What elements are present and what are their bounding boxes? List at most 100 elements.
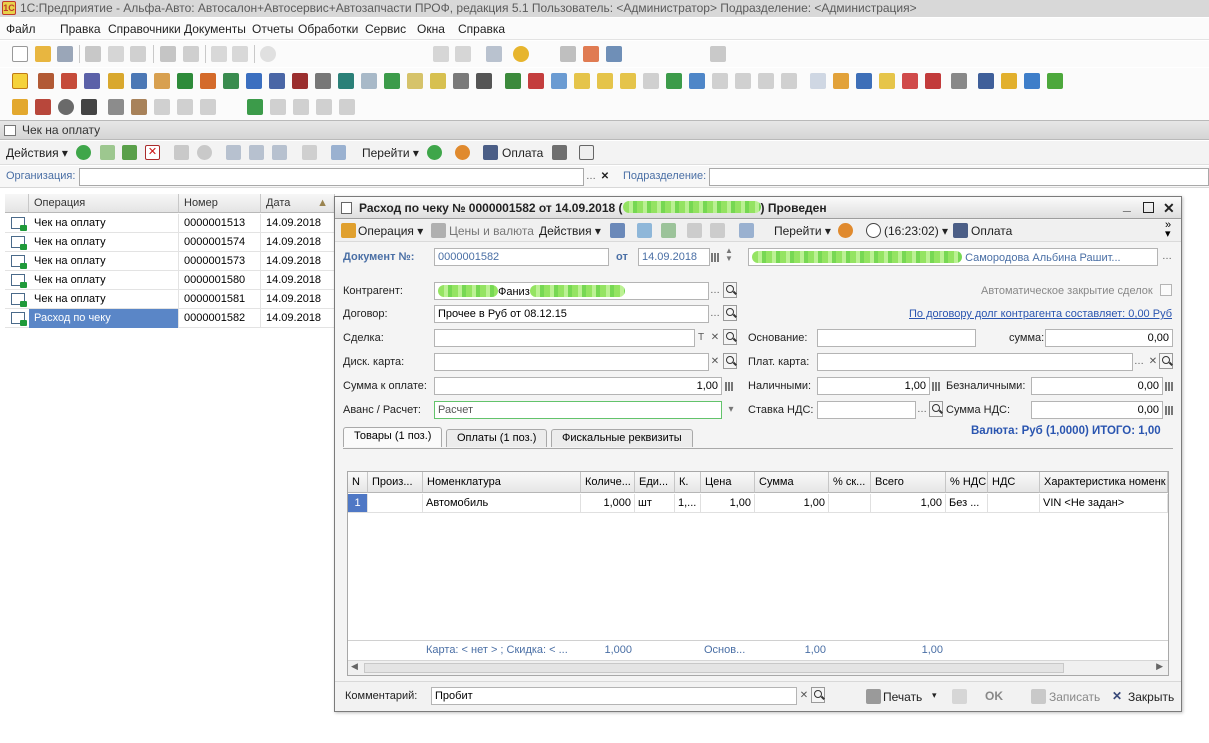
toolbar-overflow-icon[interactable]: » ▾ (1165, 220, 1171, 240)
grid-header-sum[interactable]: Сумма (755, 472, 829, 493)
columns-icon[interactable] (579, 145, 594, 160)
find-prev-icon[interactable] (455, 46, 471, 62)
pko-icon[interactable] (574, 73, 590, 89)
save-disk-icon[interactable] (57, 46, 73, 62)
dollar-icon[interactable] (177, 73, 193, 89)
grid-header-k[interactable]: К. (675, 472, 701, 493)
settings-icon[interactable] (710, 46, 726, 62)
rko-icon[interactable] (597, 73, 613, 89)
grid-cell-sum[interactable]: 1,00 (755, 494, 829, 513)
new-document-icon[interactable] (12, 46, 28, 62)
doc-date-field[interactable]: 14.09.2018 (638, 248, 710, 266)
comment-open-icon[interactable] (811, 687, 825, 703)
doc-help-icon[interactable] (838, 223, 853, 238)
operation-button[interactable]: Операция ▾ (358, 224, 423, 238)
org-select-button[interactable]: … (584, 169, 598, 185)
grid-header-total[interactable]: Всего (871, 472, 946, 493)
users-icon[interactable] (606, 46, 622, 62)
org-field-select[interactable]: … (1160, 249, 1174, 265)
grid-header-discount[interactable]: % ск... (829, 472, 871, 493)
sales-icon[interactable] (879, 73, 895, 89)
to-pay-calc-icon[interactable] (725, 382, 734, 391)
close-window-button[interactable]: ✕ (1163, 197, 1175, 219)
pen-icon[interactable] (131, 73, 147, 89)
clear-filter-icon[interactable] (302, 145, 317, 160)
delete-icon[interactable]: ✕ (145, 145, 160, 160)
invoice-icon[interactable] (712, 73, 728, 89)
undo-icon[interactable] (211, 46, 227, 62)
grid-header-price[interactable]: Цена (701, 472, 755, 493)
schet-icon[interactable] (270, 99, 286, 115)
grid-cell-qty[interactable]: 1,000 (581, 494, 635, 513)
hammer-icon[interactable] (131, 99, 147, 115)
tab-payments[interactable]: Оплаты (1 поз.) (446, 429, 548, 447)
menu-edit[interactable]: Правка (60, 22, 101, 36)
grid-header-producer[interactable]: Произ... (368, 472, 423, 493)
copy-icon[interactable] (108, 46, 124, 62)
print-dropdown-icon[interactable]: ▾ (932, 690, 937, 701)
grid-cell-characteristic[interactable]: VIN <Не задан> (1040, 494, 1168, 513)
refresh-icon[interactable] (427, 145, 442, 160)
menu-reports[interactable]: Отчеты (252, 22, 293, 36)
waybill-icon[interactable] (735, 73, 751, 89)
copy-doc-icon[interactable] (661, 223, 676, 238)
discount-card-clear[interactable]: ✕ (708, 354, 722, 370)
gearshift-icon[interactable] (81, 99, 97, 115)
scroll-left-icon[interactable]: ◀ (351, 661, 358, 672)
grid-cell-discount[interactable] (829, 494, 871, 513)
prices-currency-button[interactable]: Цены и валюта (449, 224, 534, 238)
monitor-icon[interactable] (338, 73, 354, 89)
grid-header-qty[interactable]: Количе... (581, 472, 635, 493)
dept-filter-input[interactable] (709, 168, 1209, 186)
table-row[interactable]: Чек на оплату 0000001580 14.09.2018 (5, 271, 335, 290)
report-icon[interactable] (810, 73, 826, 89)
vat-rate-field[interactable] (817, 401, 916, 419)
doc-list-icon[interactable] (361, 73, 377, 89)
deal-field[interactable] (434, 329, 695, 347)
list-header-date[interactable]: Дата ▲ (261, 194, 335, 213)
grid-header-n[interactable]: N (348, 472, 368, 493)
nakl-icon[interactable] (154, 99, 170, 115)
cash-calc-icon[interactable] (932, 382, 941, 391)
gear-icon[interactable] (315, 73, 331, 89)
people-icon[interactable] (246, 73, 262, 89)
org-field[interactable]: Самородова Альбина Рашит... (748, 248, 1158, 266)
vat-sum-calc-icon[interactable] (1165, 406, 1174, 415)
list-header-operation[interactable]: Операция (29, 194, 179, 213)
find-icon[interactable] (197, 145, 212, 160)
pay-card-select[interactable]: … (1132, 354, 1146, 370)
dk-icon[interactable] (551, 73, 567, 89)
grid-cell-producer[interactable] (368, 494, 423, 513)
order-icon[interactable] (620, 73, 636, 89)
minimize-button[interactable]: _ (1123, 194, 1131, 216)
grid-cell-n[interactable]: 1 (348, 494, 368, 513)
pin-icon[interactable] (951, 73, 967, 89)
menu-documents[interactable]: Документы (184, 22, 246, 36)
payment-icon[interactable] (483, 145, 498, 160)
table-row[interactable]: Чек на оплату 0000001574 14.09.2018 (5, 233, 335, 252)
edit-icon[interactable] (122, 145, 137, 160)
table-row[interactable]: Чек на оплату 0000001513 14.09.2018 (5, 214, 335, 233)
find-next-icon[interactable] (433, 46, 449, 62)
help-icon[interactable] (455, 145, 470, 160)
cash-icon[interactable] (223, 73, 239, 89)
prev-doc-icon[interactable] (687, 223, 702, 238)
basis-field[interactable] (817, 329, 976, 347)
calculator-icon[interactable] (560, 46, 576, 62)
open-folder-icon[interactable] (35, 46, 51, 62)
team-icon[interactable] (1024, 73, 1040, 89)
print-icon[interactable] (160, 46, 176, 62)
tab-fiscal[interactable]: Фискальные реквизиты (551, 429, 693, 447)
vat-sum-field[interactable]: 0,00 (1031, 401, 1163, 419)
contractor-select[interactable]: … (708, 283, 722, 299)
contractor-open-icon[interactable] (723, 282, 737, 298)
arrows-icon[interactable] (689, 73, 705, 89)
table-row[interactable]: Чек на оплату 0000001581 14.09.2018 (5, 290, 335, 309)
cube-icon[interactable] (84, 73, 100, 89)
nakl5-icon[interactable] (316, 99, 332, 115)
book-icon[interactable] (200, 73, 216, 89)
noncash-field[interactable]: 0,00 (1031, 377, 1163, 395)
doc-goto-button[interactable]: Перейти ▾ (774, 224, 831, 238)
wrench-icon[interactable] (108, 99, 124, 115)
wheel-icon[interactable] (58, 99, 74, 115)
